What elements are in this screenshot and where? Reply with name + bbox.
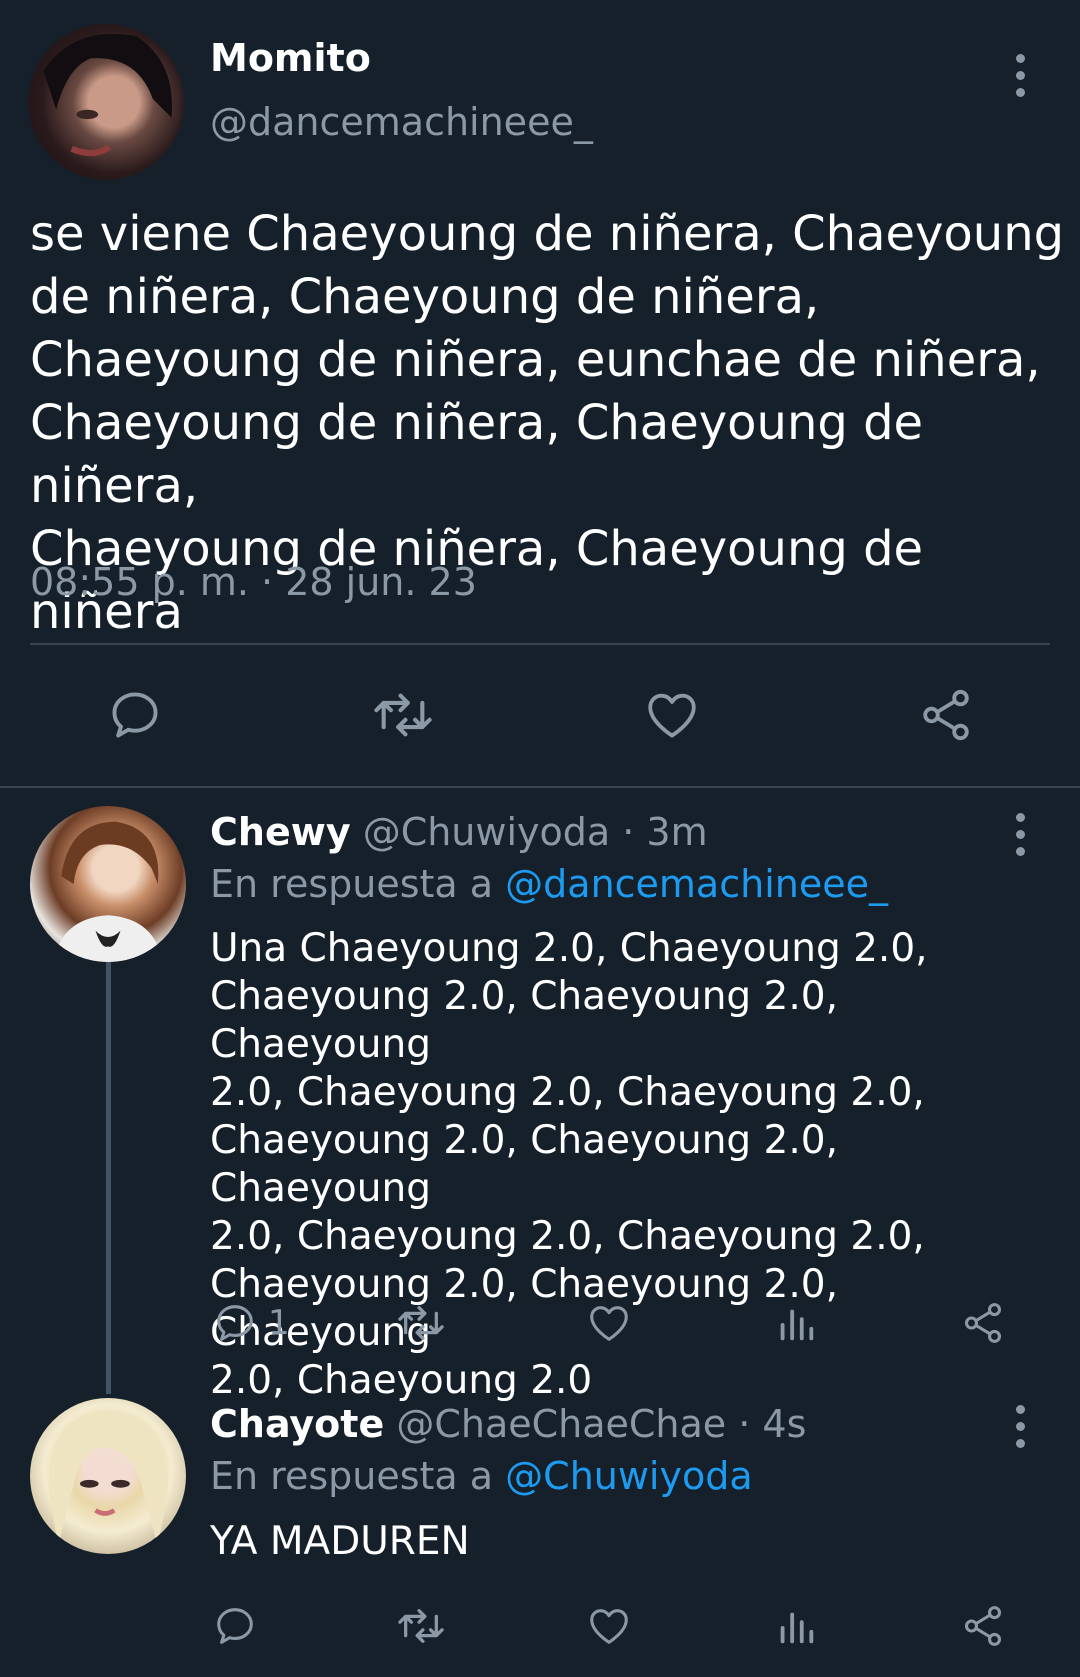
reply-count: 1 <box>268 1303 290 1343</box>
reply-to-line: En respuesta a @dancemachineee_ <box>210 862 888 906</box>
divider <box>30 643 1050 645</box>
analytics-button[interactable] <box>773 1300 819 1346</box>
avatar-image <box>48 1410 168 1547</box>
avatar-image <box>53 821 163 962</box>
reply-button[interactable]: 1 <box>212 1300 290 1346</box>
avatar-image <box>43 33 173 157</box>
more-vertical-icon[interactable] <box>1000 45 1040 105</box>
share-icon <box>964 1606 1002 1646</box>
retweet-icon <box>398 1306 444 1340</box>
author-name[interactable]: Momito <box>210 36 371 80</box>
more-vertical-icon[interactable] <box>1000 804 1040 864</box>
reply-to-handle-link[interactable]: @dancemachineee_ <box>505 862 888 906</box>
tweet-timestamp[interactable]: 08:55 p. m. · 28 jun. 23 <box>30 560 477 604</box>
like-icon <box>648 693 696 738</box>
retweet-icon <box>374 693 432 737</box>
like-icon <box>590 1609 628 1644</box>
analytics-button[interactable] <box>773 1603 819 1649</box>
reply-author-name[interactable]: Chayote <box>210 1402 384 1446</box>
share-button[interactable] <box>960 1300 1006 1346</box>
reply-author-name[interactable]: Chewy <box>210 810 351 854</box>
like-icon <box>590 1306 628 1341</box>
share-button[interactable] <box>917 686 975 744</box>
retweet-icon <box>398 1609 444 1643</box>
share-button[interactable] <box>960 1603 1006 1649</box>
reply-time[interactable]: · 3m <box>610 810 707 854</box>
like-button[interactable] <box>586 1300 632 1346</box>
share-icon <box>923 689 969 741</box>
retweet-button[interactable] <box>395 1603 447 1649</box>
reply-to-prefix: En respuesta a <box>210 862 506 906</box>
reply-author-handle[interactable]: @Chuwiyoda <box>363 810 610 854</box>
reply-icon <box>112 692 158 738</box>
like-button[interactable] <box>643 686 701 744</box>
reply-to-handle-link[interactable]: @Chuwiyoda <box>505 1454 752 1498</box>
reply-button[interactable] <box>212 1603 258 1649</box>
reply-button[interactable] <box>106 686 164 744</box>
reply-author-handle[interactable]: @ChaeChaeChae <box>396 1402 726 1446</box>
reply-icon <box>217 1608 253 1644</box>
thread-connector <box>106 962 111 1394</box>
retweet-button[interactable] <box>395 1300 447 1346</box>
reply-header: Chewy @Chuwiyoda · 3m <box>210 810 708 854</box>
author-handle[interactable]: @dancemachineee_ <box>210 100 593 144</box>
reply-icon <box>217 1305 253 1341</box>
analytics-icon <box>780 1612 814 1644</box>
reply-to-prefix: En respuesta a <box>210 1454 506 1498</box>
section-divider <box>0 786 1080 788</box>
reply-author-avatar[interactable] <box>30 806 186 962</box>
like-button[interactable] <box>586 1603 632 1649</box>
reply-text: YA MADUREN <box>210 1519 470 1564</box>
share-icon <box>964 1303 1002 1343</box>
analytics-icon <box>780 1309 814 1341</box>
reply-author-avatar[interactable] <box>30 1398 186 1554</box>
reply-to-line: En respuesta a @Chuwiyoda <box>210 1454 753 1498</box>
retweet-button[interactable] <box>370 686 436 744</box>
more-vertical-icon[interactable] <box>1000 1396 1040 1456</box>
reply-header: Chayote @ChaeChaeChae · 4s <box>210 1402 806 1446</box>
reply-time[interactable]: · 4s <box>726 1402 806 1446</box>
author-avatar[interactable] <box>28 24 184 180</box>
